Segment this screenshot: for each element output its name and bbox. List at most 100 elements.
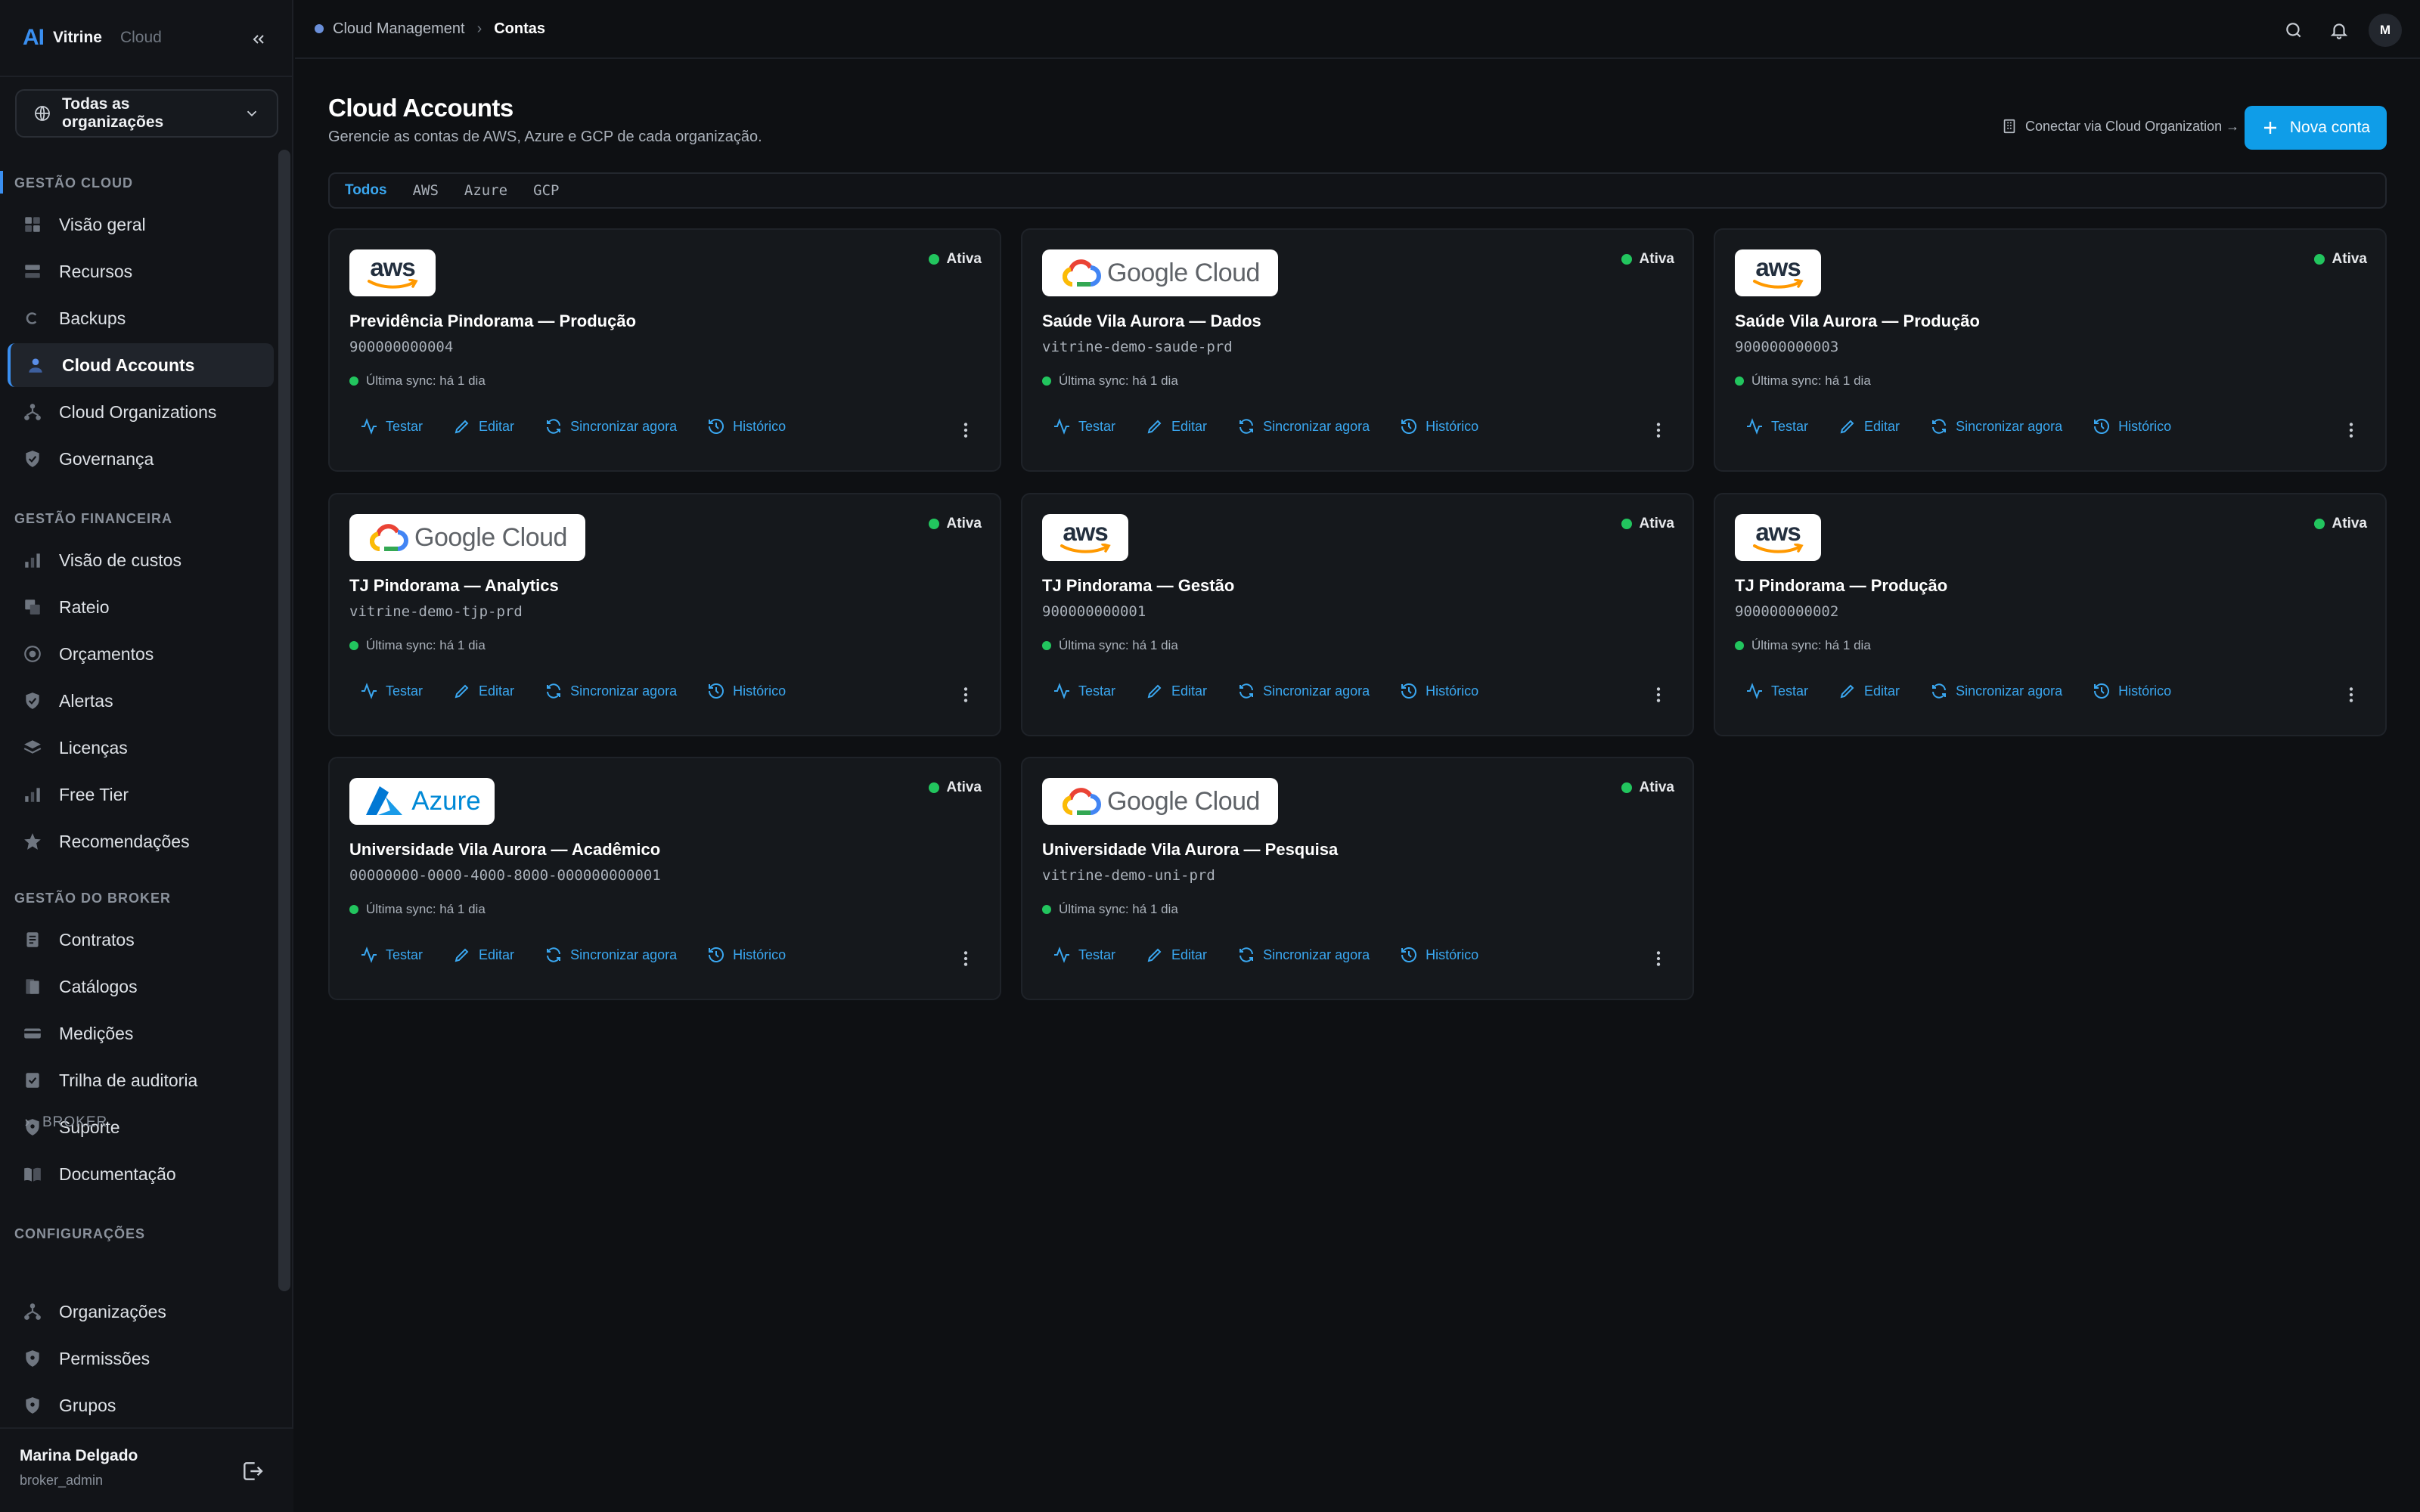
history-button[interactable]: Histórico: [2093, 682, 2171, 700]
tab-aws[interactable]: AWS: [413, 182, 439, 199]
sync-now-button[interactable]: Sincronizar agora: [1930, 417, 2062, 435]
sidebar-item-trilha-auditoria[interactable]: Trilha de auditoria: [8, 1058, 274, 1102]
more-options-button[interactable]: [1647, 419, 1670, 442]
sync-now-label: Sincronizar agora: [570, 947, 678, 962]
more-options-button[interactable]: [2340, 419, 2363, 442]
aws-smile-icon: [1060, 544, 1111, 553]
config-group-broker[interactable]: BROKER: [21, 1114, 107, 1131]
breadcrumb-parent[interactable]: Cloud Management: [333, 20, 465, 38]
sidebar-item-recomendacoes[interactable]: Recomendações: [8, 820, 274, 863]
document-icon: [23, 930, 42, 950]
edit-button[interactable]: Editar: [1146, 946, 1207, 964]
refresh-icon: [1239, 419, 1254, 434]
history-button[interactable]: Histórico: [707, 682, 786, 700]
test-button[interactable]: Testar: [1053, 946, 1115, 964]
history-button[interactable]: Histórico: [1400, 682, 1478, 700]
sidebar-item-label: Cloud Accounts: [62, 355, 195, 375]
edit-button[interactable]: Editar: [1838, 682, 1900, 700]
new-account-button[interactable]: Nova conta: [2245, 106, 2387, 150]
more-options-button[interactable]: [2340, 683, 2363, 706]
edit-button[interactable]: Editar: [1838, 417, 1900, 435]
sync-now-button[interactable]: Sincronizar agora: [1930, 682, 2062, 700]
sidebar-item-documentacao[interactable]: Documentação: [8, 1152, 274, 1196]
pencil-icon: [455, 684, 469, 699]
sidebar-item-permissoes[interactable]: Permissões: [8, 1337, 274, 1380]
sync-dot-icon: [349, 905, 358, 914]
more-options-button[interactable]: [954, 683, 977, 706]
card-actions: Testar Editar Sincronizar agora Históric…: [360, 682, 816, 700]
tab-azure[interactable]: Azure: [464, 182, 507, 199]
history-button[interactable]: Histórico: [707, 946, 786, 964]
sync-now-button[interactable]: Sincronizar agora: [544, 417, 677, 435]
test-button[interactable]: Testar: [1745, 682, 1808, 700]
card-actions: Testar Editar Sincronizar agora Históric…: [1053, 417, 1509, 435]
search-button[interactable]: [2278, 14, 2310, 46]
status-label: Ativa: [1639, 516, 1674, 531]
more-options-button[interactable]: [1647, 947, 1670, 970]
sidebar-scrollbar[interactable]: [278, 150, 290, 1291]
sync-now-button[interactable]: Sincronizar agora: [1237, 682, 1370, 700]
sidebar-item-free-tier[interactable]: Free Tier: [8, 773, 274, 816]
sidebar-item-contratos[interactable]: Contratos: [8, 918, 274, 962]
sidebar-item-rateio[interactable]: Rateio: [8, 585, 274, 629]
sidebar-item-governanca[interactable]: Governança: [8, 437, 274, 481]
sidebar-item-licencas[interactable]: Licenças: [8, 726, 274, 770]
sidebar-item-alertas[interactable]: Alertas: [8, 679, 274, 723]
test-button[interactable]: Testar: [360, 417, 423, 435]
sidebar-item-grupos[interactable]: Grupos: [8, 1383, 274, 1427]
sidebar-item-label: Rateio: [59, 596, 110, 617]
more-options-button[interactable]: [954, 947, 977, 970]
history-button[interactable]: Histórico: [1400, 946, 1478, 964]
pencil-icon: [1147, 948, 1162, 962]
sync-dot-icon: [349, 376, 358, 386]
logout-button[interactable]: [237, 1456, 268, 1486]
more-options-button[interactable]: [1647, 683, 1670, 706]
sync-now-button[interactable]: Sincronizar agora: [1237, 417, 1370, 435]
sync-now-button[interactable]: Sincronizar agora: [544, 946, 677, 964]
sidebar-item-medicoes[interactable]: Medições: [8, 1012, 274, 1055]
connect-cloud-organization-link[interactable]: Conectar via Cloud Organization →: [2001, 118, 2239, 135]
sidebar-item-visao-geral[interactable]: Visão geral: [8, 203, 274, 246]
sidebar-item-recursos[interactable]: Recursos: [8, 249, 274, 293]
more-options-button[interactable]: [954, 419, 977, 442]
sync-now-button[interactable]: Sincronizar agora: [1237, 946, 1370, 964]
sidebar-item-backups[interactable]: Backups: [8, 296, 274, 340]
google-cloud-logo: Google Cloud: [349, 514, 585, 561]
history-button[interactable]: Histórico: [707, 417, 786, 435]
edit-button[interactable]: Editar: [453, 946, 514, 964]
org-selector[interactable]: Todas as organizações: [15, 89, 278, 138]
test-button[interactable]: Testar: [1053, 682, 1115, 700]
edit-button[interactable]: Editar: [1146, 682, 1207, 700]
test-button[interactable]: Testar: [360, 682, 423, 700]
sidebar-item-orcamentos[interactable]: Orçamentos: [8, 632, 274, 676]
status-dot-icon: [2313, 519, 2325, 529]
tab-gcp[interactable]: GCP: [533, 182, 559, 199]
history-icon: [709, 947, 724, 962]
tab-todos[interactable]: Todos: [345, 182, 387, 199]
sidebar-item-organizacoes[interactable]: Organizações: [8, 1290, 274, 1334]
history-label: Histórico: [733, 683, 786, 699]
edit-button[interactable]: Editar: [453, 417, 514, 435]
sidebar-item-cloud-organizations[interactable]: Cloud Organizations: [8, 390, 274, 434]
test-button[interactable]: Testar: [1745, 417, 1808, 435]
sidebar-item-visao-custos[interactable]: Visão de custos: [8, 538, 274, 582]
sidebar-item-cloud-accounts[interactable]: Cloud Accounts: [8, 343, 274, 387]
activity-icon: [1747, 683, 1762, 699]
collapse-sidebar-button[interactable]: [245, 26, 272, 53]
sync-now-button[interactable]: Sincronizar agora: [544, 682, 677, 700]
notifications-button[interactable]: [2323, 14, 2355, 46]
test-button[interactable]: Testar: [1053, 417, 1115, 435]
history-button[interactable]: Histórico: [1400, 417, 1478, 435]
sidebar-item-catalogos[interactable]: Catálogos: [8, 965, 274, 1009]
sidebar-item-label: Permissões: [59, 1348, 150, 1368]
card-actions: Testar Editar Sincronizar agora Históric…: [1745, 417, 2201, 435]
refresh-icon: [1239, 947, 1254, 962]
edit-button[interactable]: Editar: [453, 682, 514, 700]
test-button[interactable]: Testar: [360, 946, 423, 964]
bar-chart-icon: [23, 550, 42, 570]
edit-button[interactable]: Editar: [1146, 417, 1207, 435]
sidebar-item-label: Free Tier: [59, 784, 129, 804]
avatar[interactable]: M: [2369, 14, 2402, 47]
history-label: Histórico: [733, 947, 786, 962]
history-button[interactable]: Histórico: [2093, 417, 2171, 435]
